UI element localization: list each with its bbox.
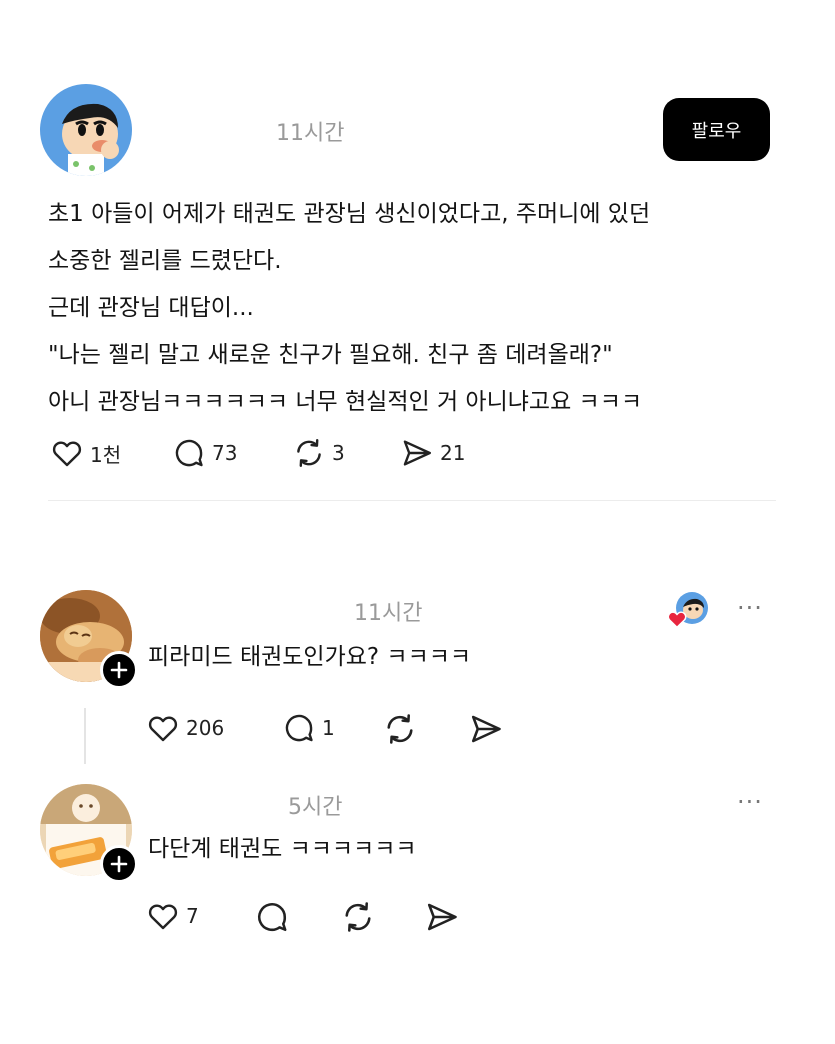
reply-share-button[interactable]	[424, 899, 460, 935]
reply-comment-button[interactable]: 1	[282, 711, 335, 745]
reply-timestamp: 5시간	[288, 795, 343, 820]
follow-plus-badge[interactable]	[100, 651, 138, 689]
post-like-count: 1천	[90, 442, 122, 467]
reply-repost-button[interactable]	[340, 899, 376, 935]
send-icon	[427, 903, 457, 931]
send-icon	[471, 715, 501, 743]
repost-icon	[387, 714, 413, 744]
post-body-line: 근데 관장님 대답이...	[48, 295, 254, 321]
post-body-line: "나는 젤리 말고 새로운 친구가 필요해. 친구 좀 데려올래?"	[48, 342, 613, 368]
reply-like-count: 7	[186, 904, 199, 928]
author-liked-indicator	[666, 592, 710, 630]
plus-icon	[110, 661, 128, 679]
send-icon	[403, 440, 431, 466]
reply-timestamp: 11시간	[354, 601, 423, 626]
post-repost-count: 3	[332, 441, 345, 465]
thread-line	[84, 708, 86, 764]
plus-icon	[110, 855, 128, 873]
reply-more-menu[interactable]: ···	[737, 788, 763, 816]
reply-comment-count: 1	[322, 716, 335, 740]
comment-bubble-icon	[258, 903, 287, 932]
repost-icon	[345, 902, 371, 932]
post-body-line: 아니 관장님ㅋㅋㅋㅋㅋㅋ 너무 현실적인 거 아니냐고요 ㅋㅋㅋ	[48, 389, 643, 415]
reply-comment-button[interactable]	[254, 899, 290, 935]
post-timestamp: 11시간	[276, 121, 345, 146]
post-body: 초1 아들이 어제가 태권도 관장님 생신이었다고, 주머니에 있던 소중한 젤…	[48, 191, 788, 426]
heart-icon	[148, 904, 178, 930]
reply-like-button[interactable]: 206	[146, 711, 224, 745]
post-repost-button[interactable]: 3	[292, 436, 345, 470]
post-comment-button[interactable]: 73	[172, 436, 237, 470]
post-share-count: 21	[440, 441, 466, 465]
heart-icon	[148, 716, 178, 742]
reply-like-count: 206	[186, 716, 225, 740]
post-body-line: 소중한 젤리를 드렸단다.	[48, 248, 282, 274]
comment-bubble-icon	[285, 714, 313, 742]
reply-like-button[interactable]: 7	[146, 899, 199, 933]
reply-share-button[interactable]	[468, 711, 504, 747]
post-like-button[interactable]: 1천	[50, 436, 121, 470]
post-share-button[interactable]: 21	[400, 436, 465, 470]
post-comment-count: 73	[212, 441, 238, 465]
post-body-line: 초1 아들이 어제가 태권도 관장님 생신이었다고, 주머니에 있던	[48, 201, 651, 227]
post-divider	[48, 500, 776, 501]
reply-text: 피라미드 태권도인가요? ㅋㅋㅋㅋ	[148, 644, 472, 670]
comment-bubble-icon	[175, 439, 203, 467]
follow-button[interactable]: 팔로우	[663, 98, 770, 161]
reply-more-menu[interactable]: ···	[737, 594, 763, 622]
heart-icon	[52, 441, 82, 467]
reply-repost-button[interactable]	[382, 711, 418, 747]
post-author-avatar[interactable]	[40, 84, 132, 176]
follow-plus-badge[interactable]	[100, 845, 138, 883]
red-heart-icon	[667, 611, 687, 629]
repost-icon	[297, 439, 321, 467]
cartoon-boy-icon	[62, 103, 119, 176]
reply-text: 다단계 태권도 ㅋㅋㅋㅋㅋㅋ	[148, 836, 417, 862]
